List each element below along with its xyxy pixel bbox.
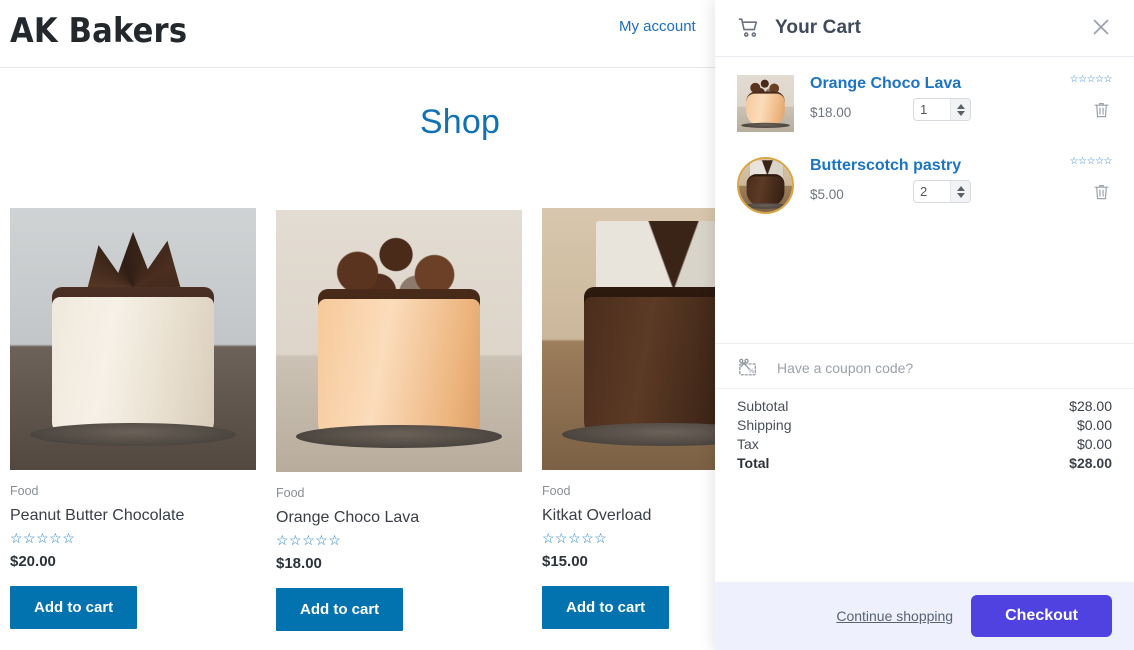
quantity-input[interactable] [914,99,950,120]
checkout-button[interactable]: Checkout [971,595,1112,637]
add-to-cart-button[interactable]: Add to cart [10,586,138,629]
trash-icon[interactable] [1093,101,1110,120]
product-price: $20.00 [10,553,56,570]
quantity-input[interactable] [914,181,950,202]
cart-item-quantity-stepper[interactable] [913,98,971,121]
product-name[interactable]: Orange Choco Lava [276,508,522,528]
cart-item-list: Orange Choco Lava $18.00 ☆☆☆☆☆ [715,57,1134,343]
close-icon[interactable] [1088,14,1114,40]
totals-label: Subtotal [737,397,789,414]
quantity-spinner[interactable] [950,181,970,202]
cart-item-name[interactable]: Orange Choco Lava [810,75,961,93]
product-image-orange-choco-lava[interactable] [276,210,522,472]
cart-title: Your Cart [775,17,862,38]
cart-totals: Subtotal $28.00 Shipping $0.00 Tax $0.00… [715,387,1134,473]
star-rating-icon[interactable]: ☆☆☆☆☆ [10,531,256,545]
product-card[interactable]: Food Peanut Butter Chocolate ☆☆☆☆☆ $20.0… [10,208,256,629]
totals-value: $0.00 [1076,435,1112,452]
cart-item-thumbnail-butterscotch-pastry[interactable] [737,157,794,214]
product-grid: Food Peanut Butter Chocolate ☆☆☆☆☆ $20.0… [0,200,788,650]
totals-label: Shipping [737,416,792,433]
cart-item-price: $5.00 [810,187,844,202]
svg-text:%: % [748,367,754,374]
shop-page: AK Bakers My account Shop Food Peanut Bu… [0,0,1134,650]
add-to-cart-button[interactable]: Add to cart [276,588,404,631]
totals-value: $28.00 [1069,454,1112,471]
totals-row-total: Total $28.00 [737,454,1112,473]
cart-drawer: Your Cart Orange Choco Lava $18.00 1 ☆☆☆… [715,0,1134,650]
add-to-cart-button[interactable]: Add to cart [542,586,670,629]
product-category: Food [276,486,305,500]
coupon-scissors-icon: % [737,358,759,378]
site-brand[interactable]: AK Bakers [10,11,187,51]
cart-header: Your Cart [715,0,1134,57]
star-rating-icon[interactable]: ☆☆☆☆☆ [1070,75,1113,85]
cart-item-quantity-stepper[interactable] [913,180,971,203]
product-name[interactable]: Peanut Butter Chocolate [10,506,256,526]
totals-row-subtotal: Subtotal $28.00 [737,397,1112,416]
totals-value: $28.00 [1069,397,1112,414]
star-rating-icon[interactable]: ☆☆☆☆☆ [1070,157,1113,167]
coupon-row[interactable]: % [715,342,1134,388]
product-card[interactable]: Food Orange Choco Lava ☆☆☆☆☆ $18.00 Add … [276,210,522,631]
trash-icon[interactable] [1093,183,1110,202]
product-price: $18.00 [276,555,322,572]
cart-item-thumbnail-orange-choco-lava[interactable] [737,75,794,132]
cart-item-price: $18.00 [810,105,852,120]
product-category: Food [10,484,39,498]
totals-row-tax: Tax $0.00 [737,435,1112,454]
totals-label: Tax [737,435,759,452]
cart-item-name[interactable]: Butterscotch pastry [810,157,961,175]
cart-item: Orange Choco Lava $18.00 ☆☆☆☆☆ [715,69,1134,151]
coupon-input[interactable] [775,358,1075,377]
cart-footer: Continue shopping Checkout [715,582,1134,650]
product-image-peanut-butter-chocolate[interactable] [10,208,256,470]
totals-label: Total [737,454,770,471]
continue-shopping-link[interactable]: Continue shopping [836,608,953,624]
totals-row-shipping: Shipping $0.00 [737,416,1112,435]
my-account-link[interactable]: My account [619,18,696,35]
shopping-cart-icon [737,16,761,40]
star-rating-icon[interactable]: ☆☆☆☆☆ [276,533,522,547]
totals-value: $0.00 [1076,416,1112,433]
quantity-spinner[interactable] [950,99,970,120]
cart-item: Butterscotch pastry $5.00 ☆☆☆☆☆ [715,151,1134,233]
